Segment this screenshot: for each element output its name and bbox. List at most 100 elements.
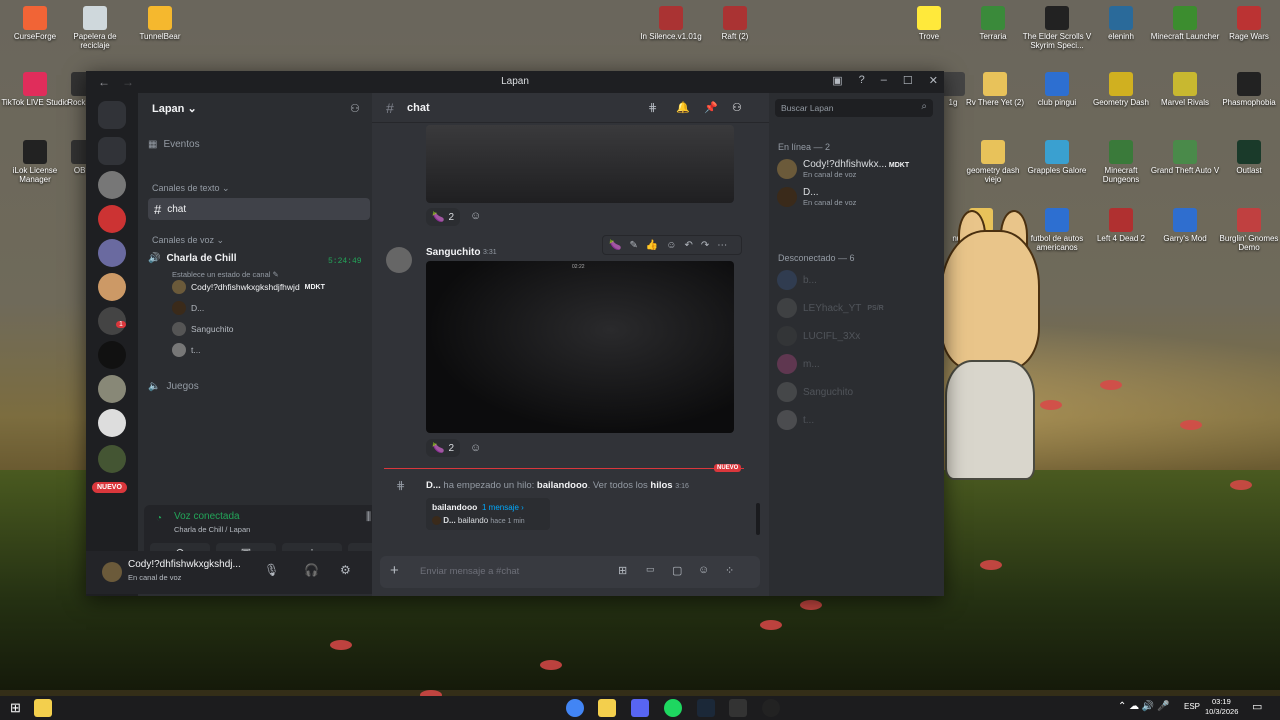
settings-gear-icon[interactable]: ⚙ bbox=[340, 563, 351, 577]
voice-user[interactable]: t... bbox=[172, 343, 200, 357]
desktop-icon[interactable]: Grand Theft Auto V bbox=[1150, 140, 1220, 175]
voice-user[interactable]: D... bbox=[172, 301, 204, 315]
spotify-icon[interactable] bbox=[664, 699, 682, 717]
voice-user[interactable]: Cody!?dhfishwkxgkshdjfhwjd MDKT bbox=[172, 280, 325, 294]
headphones-icon[interactable]: 🎧 bbox=[304, 563, 319, 577]
server-icon[interactable] bbox=[98, 273, 126, 301]
desktop-icon[interactable]: The Elder Scrolls V Skyrim Speci... bbox=[1022, 6, 1092, 50]
tray-icons[interactable]: ⌃ ☁ 🔊 🎤 bbox=[1118, 701, 1170, 712]
desktop-icon[interactable]: Geometry Dash bbox=[1086, 72, 1156, 107]
language-indicator[interactable]: ESP bbox=[1184, 702, 1200, 711]
file-explorer-icon[interactable] bbox=[598, 699, 616, 717]
voice-category[interactable]: Canales de voz ⌄ bbox=[152, 235, 224, 246]
steam-icon[interactable] bbox=[697, 699, 715, 717]
clock-date[interactable]: 10/3/2026 bbox=[1205, 707, 1238, 716]
app-icon[interactable] bbox=[729, 699, 747, 717]
reaction[interactable]: 🍆 2 bbox=[426, 439, 461, 457]
maximize-button[interactable]: ☐ bbox=[903, 74, 913, 87]
gift-icon[interactable]: ⊞ bbox=[618, 564, 627, 577]
server-icon[interactable] bbox=[98, 445, 126, 473]
bell-icon[interactable]: 🔔 bbox=[676, 101, 690, 114]
desktop-icon[interactable]: Burglin' Gnomes Demo bbox=[1214, 208, 1280, 252]
emoji-icon[interactable]: ☺ bbox=[698, 564, 709, 576]
add-reaction-icon[interactable]: ☺ bbox=[470, 442, 481, 454]
member-list-icon[interactable]: ⚇ bbox=[732, 101, 742, 114]
scrollbar[interactable] bbox=[756, 503, 760, 535]
desktop-icon[interactable]: Papelera de reciclaje bbox=[60, 6, 130, 50]
member-item[interactable]: Sanguchito bbox=[777, 382, 853, 402]
message-input[interactable]: + Enviar mensaje a #chat ⊞ ▭ ▢ ☺ ⁘ bbox=[380, 556, 760, 588]
obs-icon[interactable] bbox=[762, 699, 780, 717]
clock-time[interactable]: 03:19 bbox=[1212, 697, 1231, 706]
desktop-icon[interactable]: Grapples Galore bbox=[1022, 140, 1092, 175]
desktop-icon[interactable]: Phasmophobia bbox=[1214, 72, 1280, 107]
apps-icon[interactable]: ⁘ bbox=[725, 564, 734, 577]
desktop-icon[interactable]: Left 4 Dead 2 bbox=[1086, 208, 1156, 243]
chrome-icon[interactable] bbox=[566, 699, 584, 717]
server-name[interactable]: Lapan ⌄ bbox=[152, 102, 197, 115]
desktop-icon[interactable]: Rv There Yet (2) bbox=[960, 72, 1030, 107]
desktop-icon[interactable]: Minecraft Dungeons bbox=[1086, 140, 1156, 184]
server-icon[interactable] bbox=[98, 239, 126, 267]
channel-chat[interactable]: # chat bbox=[148, 198, 370, 220]
avatar[interactable] bbox=[102, 562, 122, 582]
member-item[interactable]: LUCIFL_3Xx bbox=[777, 326, 860, 346]
close-button[interactable]: ✕ bbox=[929, 74, 938, 87]
eggplant-icon[interactable]: 🍆 bbox=[609, 240, 621, 251]
voice-connected-label[interactable]: Voz conectada bbox=[174, 511, 240, 522]
thread-card[interactable]: bailandooo 1 mensaje › D... bailando hac… bbox=[426, 498, 550, 530]
discord-icon[interactable] bbox=[631, 699, 649, 717]
file-icon[interactable] bbox=[34, 699, 52, 717]
voice-status[interactable]: Establece un estado de canal ✎ bbox=[172, 270, 279, 279]
text-category[interactable]: Canales de texto ⌄ bbox=[152, 183, 230, 194]
desktop-icon[interactable]: Trove bbox=[894, 6, 964, 41]
forward-icon[interactable]: ↷ bbox=[701, 240, 709, 251]
windows-start-icon[interactable]: ⊞ bbox=[10, 700, 21, 716]
desktop-icon[interactable]: In Silence.v1.01g bbox=[636, 6, 706, 41]
plus-icon[interactable]: + bbox=[390, 562, 399, 579]
desktop-icon[interactable]: TunnelBear bbox=[125, 6, 195, 41]
desktop-icon[interactable]: club pingui bbox=[1022, 72, 1092, 107]
microphone-icon[interactable]: 🎙 bbox=[264, 563, 279, 577]
video-attachment[interactable]: 02:22 bbox=[426, 261, 734, 433]
user-name[interactable]: Cody!?dhfishwkxgkshdj... bbox=[128, 559, 241, 570]
desktop-icon[interactable]: Outlast bbox=[1214, 140, 1280, 175]
thumbs-up-icon[interactable]: 👍 bbox=[646, 240, 658, 251]
desktop-icon[interactable]: Raft (2) bbox=[700, 6, 770, 41]
minimize-button[interactable]: – bbox=[881, 74, 887, 87]
avatar[interactable] bbox=[386, 247, 412, 273]
desktop-icon[interactable]: Minecraft Launcher bbox=[1150, 6, 1220, 41]
notifications-icon[interactable]: ▭ bbox=[1252, 700, 1262, 713]
discord-home-icon[interactable] bbox=[98, 101, 126, 129]
add-reaction-icon[interactable]: ☺ bbox=[666, 240, 676, 251]
sticker-icon[interactable]: ▢ bbox=[672, 564, 682, 577]
desktop-icon[interactable]: eleninh bbox=[1086, 6, 1156, 41]
new-badge[interactable]: NUEVO bbox=[92, 482, 127, 493]
member-item[interactable]: t... bbox=[777, 410, 814, 430]
inbox-icon[interactable]: ▣ bbox=[832, 74, 842, 87]
desktop-icon[interactable]: Marvel Rivals bbox=[1150, 72, 1220, 107]
add-reaction-icon[interactable]: ☺ bbox=[470, 210, 481, 222]
voice-channel[interactable]: 🔊 Charla de Chill bbox=[148, 253, 236, 264]
reply-icon[interactable]: ↶ bbox=[685, 240, 693, 251]
member-item[interactable]: m... bbox=[777, 354, 820, 374]
member-item[interactable]: LEYhack_YT PS/R bbox=[777, 298, 884, 318]
channel-juegos[interactable]: 🔈 Juegos bbox=[148, 381, 199, 392]
more-icon[interactable]: ⋯ bbox=[717, 240, 727, 251]
help-icon[interactable]: ? bbox=[859, 74, 865, 87]
message-author[interactable]: Sanguchito bbox=[426, 247, 480, 258]
invite-icon[interactable]: ⚇ bbox=[350, 102, 360, 115]
server-icon[interactable] bbox=[98, 375, 126, 403]
desktop-icon[interactable]: Garry's Mod bbox=[1150, 208, 1220, 243]
server-icon[interactable] bbox=[98, 341, 126, 369]
pencil-icon[interactable]: ✎ bbox=[629, 240, 637, 251]
server-icon[interactable] bbox=[98, 171, 126, 199]
thread-card-count[interactable]: 1 mensaje › bbox=[482, 503, 524, 512]
search-input[interactable]: Buscar Lapan ⌕ bbox=[775, 99, 933, 117]
member-item[interactable]: Cody!?dhfishwkx... MDKT En canal de voz bbox=[777, 159, 909, 179]
member-item[interactable]: D... En canal de voz bbox=[777, 187, 856, 207]
reaction[interactable]: 🍆 2 bbox=[426, 208, 461, 226]
threads-icon[interactable]: ⋕ bbox=[648, 101, 657, 114]
voice-user[interactable]: Sanguchito bbox=[172, 322, 234, 336]
folder-icon[interactable] bbox=[98, 137, 126, 165]
